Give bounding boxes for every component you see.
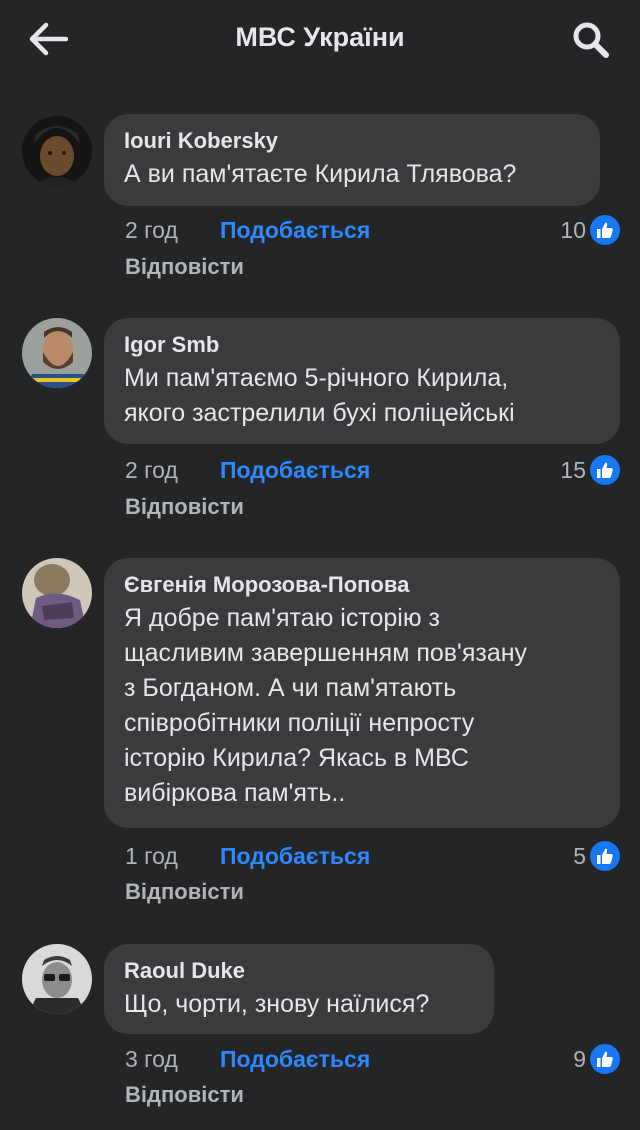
like-count: 9 [573,1045,586,1072]
comment-text-line: співробітники поліції непросту [124,709,475,737]
comment-text-line: Що, чорти, знову наїлися? [124,990,430,1018]
reply-button[interactable]: Відповісти [125,252,244,282]
avatar[interactable] [22,116,92,186]
thumbs-up-icon [590,455,620,485]
reply-button[interactable]: Відповісти [125,877,244,907]
comment-text-line: якого застрелили бухі поліцейські [124,399,515,427]
reaction-count[interactable]: 10 [560,213,620,247]
comment-time: 2 год [125,457,178,483]
comment-actions: 2 год Подобається 15 [0,453,640,487]
comment-bubble: Igor Smb Ми пам'ятаємо 5-річного Кирила,… [104,318,620,444]
search-button[interactable] [566,16,616,64]
like-count: 15 [560,456,586,483]
comment-actions: 3 год Подобається 9 [0,1042,640,1076]
comment-text-line: щасливим завершенням пов'язану [124,639,528,667]
like-button[interactable]: Подобається [220,1042,370,1076]
thumbs-up-icon [590,1044,620,1074]
comment-text: Ми пам'ятаємо 5-річного Кирила, якого за… [124,361,600,431]
like-button[interactable]: Подобається [220,213,370,247]
comment-bubble: Raoul Duke Що, чорти, знову наїлися? [104,944,494,1034]
thumbs-up-icon [590,215,620,245]
comment-text: А ви пам'ятаєте Кирила Тлявова? [124,157,580,192]
like-count: 5 [573,842,586,869]
reaction-count[interactable]: 9 [573,1042,620,1076]
comment-time: 2 год [125,217,178,243]
avatar[interactable] [22,318,92,388]
comment-text: Що, чорти, знову наїлися? [124,987,474,1022]
comment-text-line: історію Кирила? Якась в МВС [124,744,469,772]
search-icon [573,22,609,58]
comment-actions: 2 год Подобається 10 [0,213,640,247]
thumbs-up-icon [590,841,620,871]
comment-time: 1 год [125,843,178,869]
comment-bubble: Iouri Kobersky А ви пам'ятаєте Кирила Тл… [104,114,600,206]
comment-author[interactable]: Iouri Kobersky [124,126,580,156]
comment-text-line: з Богданом. А чи пам'ятають [124,674,457,702]
comment-author[interactable]: Євгенія Морозова-Попова [124,570,600,600]
top-bar: МВС України [0,0,640,80]
like-button[interactable]: Подобається [220,839,370,873]
comment-time: 3 год [125,1046,178,1072]
page-title: МВС України [235,22,405,52]
comment-text-line: вибіркова пам'ять.. [124,779,346,807]
comment-author[interactable]: Raoul Duke [124,956,474,986]
reply-button[interactable]: Відповісти [125,1080,244,1110]
reaction-count[interactable]: 5 [573,839,620,873]
reply-button[interactable]: Відповісти [125,492,244,522]
comment-text-line: Ми пам'ятаємо 5-річного Кирила, [124,364,509,392]
like-count: 10 [560,216,586,243]
comment-author[interactable]: Igor Smb [124,330,600,360]
comment-text: Я добре пам'ятаю історію з щасливим заве… [124,601,600,811]
avatar[interactable] [22,558,92,628]
comment-bubble: Євгенія Морозова-Попова Я добре пам'ятаю… [104,558,620,828]
comment-actions: 1 год Подобається 5 [0,839,640,873]
comment-text-line: Я добре пам'ятаю історію з [124,604,441,632]
like-button[interactable]: Подобається [220,453,370,487]
comment-text-line: А ви пам'ятаєте Кирила Тлявова? [124,160,517,188]
reaction-count[interactable]: 15 [560,453,620,487]
avatar[interactable] [22,944,92,1014]
